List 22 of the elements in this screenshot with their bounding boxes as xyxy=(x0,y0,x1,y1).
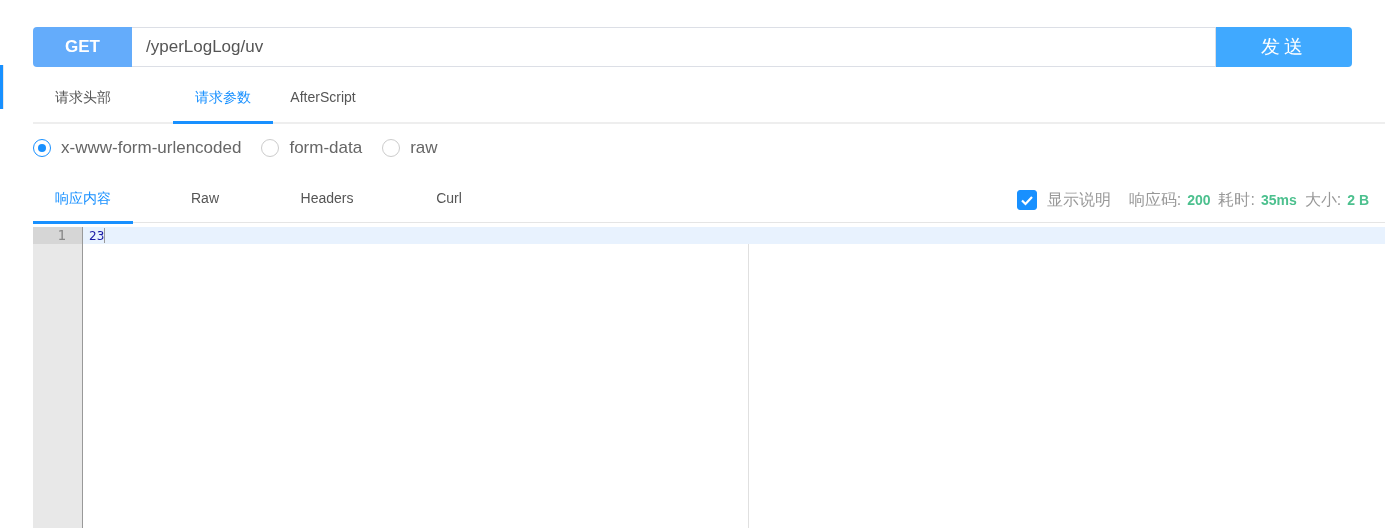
radio-label[interactable]: x-www-form-urlencoded xyxy=(61,138,242,158)
response-tab[interactable]: 响应内容 xyxy=(33,190,133,224)
stat-label: 耗时: xyxy=(1218,190,1255,210)
text-cursor xyxy=(104,228,106,243)
radio-label[interactable]: raw xyxy=(410,138,438,158)
request-tab[interactable]: AfterScript xyxy=(273,89,373,124)
stat-value: 35ms xyxy=(1260,191,1297,210)
url-field[interactable]: /yperLogLog/uv xyxy=(132,27,1216,67)
request-tab[interactable]: 请求参数 xyxy=(173,89,273,124)
line-number: 1 xyxy=(33,227,82,244)
code-text: 23 xyxy=(89,228,105,243)
stat-label: 大小: xyxy=(1304,190,1342,210)
checkbox[interactable] xyxy=(1016,190,1037,210)
response-tab[interactable]: Raw xyxy=(155,190,255,224)
response-tab[interactable]: Headers xyxy=(277,190,377,224)
response-tab[interactable]: Curl xyxy=(399,190,499,224)
stat-value: 2 B xyxy=(1347,191,1369,210)
stat-label: 响应码: xyxy=(1128,190,1182,210)
sidebar-indicator xyxy=(0,65,4,109)
request-tab[interactable]: 请求头部 xyxy=(33,89,133,124)
radio-label[interactable]: form-data xyxy=(289,138,363,158)
stat-value: 200 xyxy=(1187,191,1211,210)
